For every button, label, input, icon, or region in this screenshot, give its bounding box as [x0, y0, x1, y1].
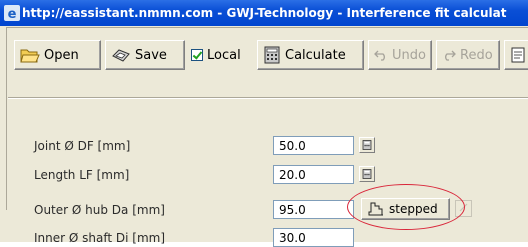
report-icon: [511, 47, 525, 63]
report-button[interactable]: [504, 40, 528, 70]
calculator-icon: [362, 169, 372, 179]
stepped-label: stepped: [389, 202, 438, 216]
check-icon: [459, 203, 468, 212]
local-checkbox-group[interactable]: Local: [191, 40, 241, 70]
joint-diameter-calc-button[interactable]: [359, 137, 375, 153]
window-titlebar: e http://eassistant.nmmn.com - GWJ-Techn…: [0, 0, 528, 26]
stepped-button[interactable]: stepped: [361, 198, 450, 220]
stepped-shaft-icon: [368, 202, 383, 216]
open-button[interactable]: Open: [14, 40, 101, 70]
inner-shaft-diameter-label: Inner Ø shaft Di [mm]: [34, 231, 166, 245]
local-checkbox[interactable]: [191, 49, 203, 61]
toolbar-separator: [8, 97, 528, 99]
window-title: http://eassistant.nmmn.com - GWJ-Technol…: [22, 6, 507, 20]
redo-icon: [445, 50, 456, 61]
outer-hub-diameter-label: Outer Ø hub Da [mm]: [34, 203, 165, 217]
local-label: Local: [207, 47, 241, 63]
save-label: Save: [135, 47, 167, 63]
joint-diameter-input[interactable]: 50.0: [273, 136, 354, 155]
calculate-button[interactable]: Calculate: [257, 40, 364, 70]
redo-label: Redo: [460, 47, 493, 63]
open-label: Open: [44, 47, 79, 63]
save-button[interactable]: Save: [105, 40, 185, 70]
disabled-option-button[interactable]: [455, 200, 472, 217]
length-calc-button[interactable]: [359, 166, 375, 182]
toolbar: Open Save Local Calculate Undo Redo: [8, 40, 528, 70]
outer-hub-diameter-input[interactable]: 95.0: [273, 200, 354, 219]
calculator-icon: [362, 140, 372, 150]
length-label: Length LF [mm]: [34, 168, 130, 182]
undo-button[interactable]: Undo: [368, 40, 432, 70]
calculator-icon: [264, 46, 280, 64]
svg-text:e: e: [8, 7, 17, 21]
undo-icon: [374, 50, 385, 61]
ie-icon: e: [4, 5, 20, 21]
undo-label: Undo: [392, 47, 426, 63]
save-icon: [112, 49, 130, 62]
length-input[interactable]: 20.0: [273, 165, 354, 184]
inner-shaft-diameter-input[interactable]: 30.0: [273, 228, 354, 247]
calculate-label: Calculate: [285, 47, 346, 63]
joint-diameter-label: Joint Ø DF [mm]: [34, 139, 131, 153]
redo-button[interactable]: Redo: [436, 40, 500, 70]
folder-open-icon: [20, 49, 40, 63]
